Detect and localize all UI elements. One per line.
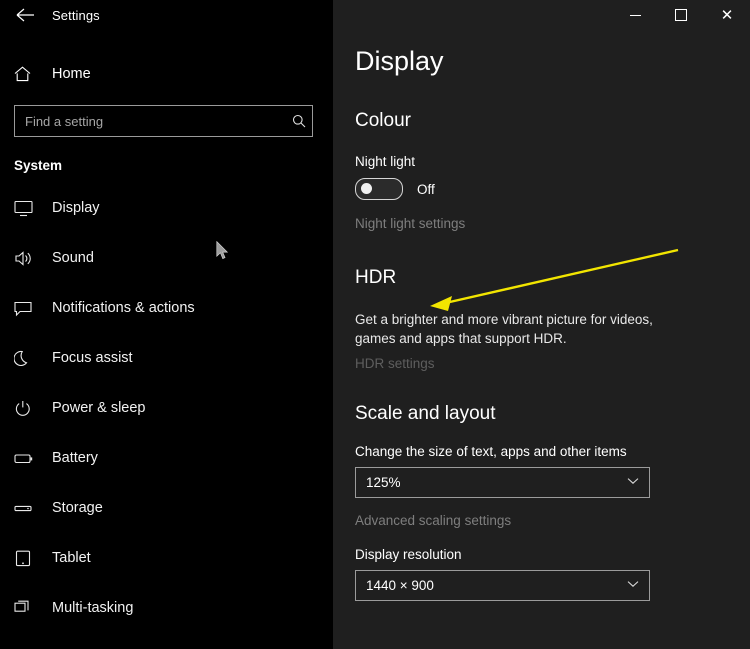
sidebar-item-label: Display xyxy=(52,200,100,216)
chevron-down-icon xyxy=(627,580,639,591)
sidebar-item-label: Tablet xyxy=(52,550,91,566)
scale-size-value: 125% xyxy=(366,475,401,490)
sidebar-item-label: Multi-tasking xyxy=(52,600,134,616)
sidebar-home-label: Home xyxy=(52,66,91,82)
display-settings-content: Display Colour Night light Off Night lig… xyxy=(333,46,750,601)
tablet-icon xyxy=(14,550,40,567)
scale-size-dropdown[interactable]: 125% xyxy=(355,467,650,498)
sidebar-section-system: System xyxy=(14,158,63,173)
colour-section-heading: Colour xyxy=(355,110,411,131)
window-controls: ✕ xyxy=(333,0,750,32)
sidebar-item-home[interactable]: Home xyxy=(0,58,333,90)
toggle-knob xyxy=(361,183,372,194)
night-light-toggle[interactable] xyxy=(355,178,403,200)
moon-icon xyxy=(14,350,40,367)
main-content-pane: ✕ Display Colour Night light Off Night l… xyxy=(333,0,750,649)
sidebar-item-sound[interactable]: Sound xyxy=(0,233,333,283)
sidebar-item-display[interactable]: Display xyxy=(0,183,333,233)
sidebar-item-label: Notifications & actions xyxy=(52,300,195,316)
maximize-button[interactable] xyxy=(658,0,704,30)
sidebar-item-label: Power & sleep xyxy=(52,400,146,416)
scale-layout-heading: Scale and layout xyxy=(355,403,496,424)
sidebar-item-storage[interactable]: Storage xyxy=(0,483,333,533)
close-button[interactable]: ✕ xyxy=(704,0,750,30)
monitor-icon xyxy=(14,200,40,217)
back-arrow-icon[interactable] xyxy=(10,0,40,30)
search-input[interactable] xyxy=(15,112,286,130)
display-resolution-value: 1440 × 900 xyxy=(366,578,434,593)
sidebar-item-label: Sound xyxy=(52,250,94,266)
sidebar-titlebar: Settings xyxy=(0,0,333,30)
speaker-icon xyxy=(14,250,40,267)
sidebar-item-focus-assist[interactable]: Focus assist xyxy=(0,333,333,383)
sidebar-item-power-sleep[interactable]: Power & sleep xyxy=(0,383,333,433)
power-icon xyxy=(14,400,40,417)
night-light-label: Night light xyxy=(355,154,416,169)
sidebar-item-multi-tasking[interactable]: Multi-tasking xyxy=(0,583,333,633)
storage-icon xyxy=(14,500,40,517)
search-icon[interactable] xyxy=(286,114,312,128)
sidebar-item-label: Battery xyxy=(52,450,98,466)
battery-icon xyxy=(14,450,40,467)
sidebar-item-tablet[interactable]: Tablet xyxy=(0,533,333,583)
sidebar-nav-list: Display Sound Notifications & actions Fo… xyxy=(0,183,333,633)
app-title: Settings xyxy=(52,7,100,23)
sidebar-item-label: Storage xyxy=(52,500,103,516)
sidebar-item-label: Focus assist xyxy=(52,350,133,366)
hdr-section-heading: HDR xyxy=(355,267,397,288)
minimize-button[interactable] xyxy=(612,0,658,30)
page-title: Display xyxy=(355,46,444,76)
scale-size-label: Change the size of text, apps and other … xyxy=(355,444,627,459)
home-icon xyxy=(14,66,40,82)
chevron-down-icon xyxy=(627,477,639,488)
advanced-scaling-settings-link[interactable]: Advanced scaling settings xyxy=(355,513,750,528)
hdr-description: Get a brighter and more vibrant picture … xyxy=(355,312,653,346)
night-light-state: Off xyxy=(417,181,435,197)
multitasking-icon xyxy=(14,600,40,617)
sidebar-item-battery[interactable]: Battery xyxy=(0,433,333,483)
settings-window: Settings Home System xyxy=(0,0,750,649)
hdr-settings-link[interactable]: HDR settings xyxy=(355,356,750,371)
night-light-settings-link[interactable]: Night light settings xyxy=(355,216,750,231)
chat-bubble-icon xyxy=(14,300,40,317)
sidebar-item-notifications[interactable]: Notifications & actions xyxy=(0,283,333,333)
display-resolution-label: Display resolution xyxy=(355,547,462,562)
night-light-toggle-row: Off xyxy=(355,178,750,200)
sidebar: Settings Home System xyxy=(0,0,333,649)
display-resolution-dropdown[interactable]: 1440 × 900 xyxy=(355,570,650,601)
search-box[interactable] xyxy=(14,105,313,137)
